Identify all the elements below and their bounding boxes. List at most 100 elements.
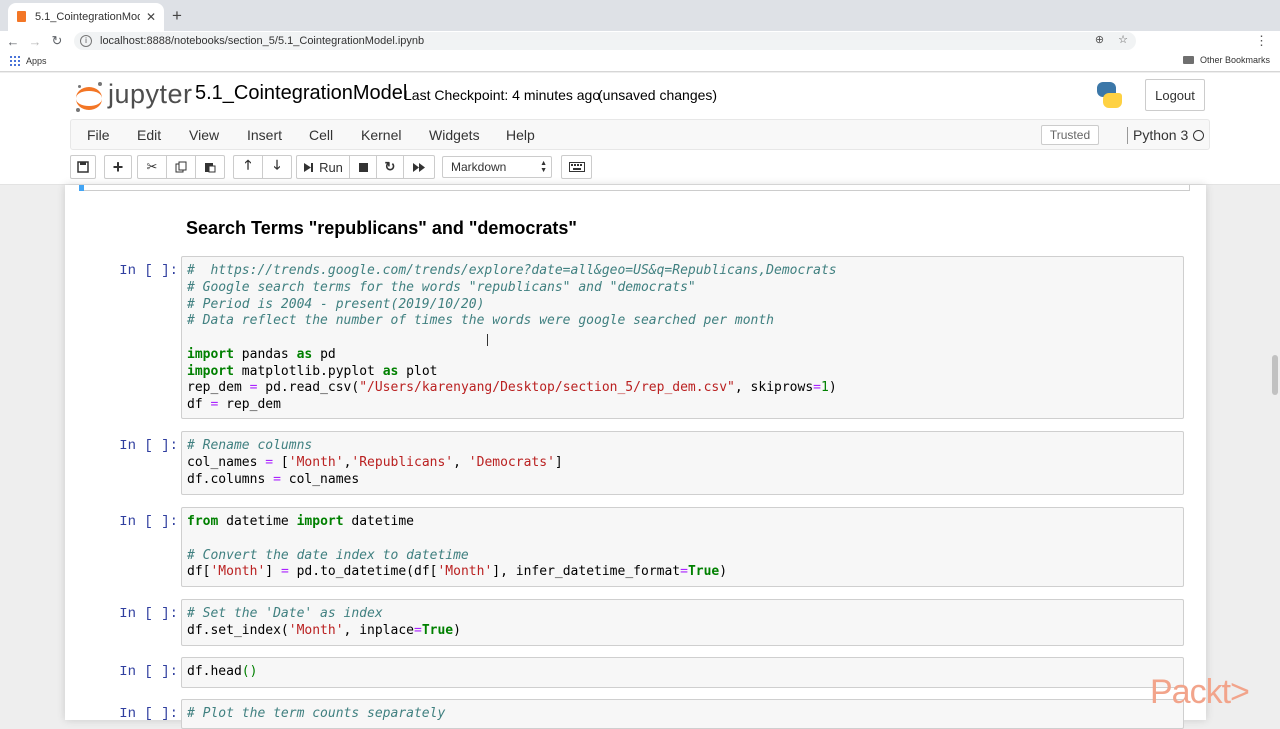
menu-widgets[interactable]: Widgets [429,127,480,143]
browser-tab[interactable]: 5.1_CointegrationModel - Jupy ✕ [8,3,164,31]
code-token: 'Democrats' [468,454,555,470]
code-line: col_names = ['Month','Republicans', 'Dem… [187,455,1178,472]
cell-type-value: Markdown [451,160,507,174]
code-token: # Period is 2004 - present(2019/10/20) [187,296,485,312]
code-cell[interactable]: df.head() [181,657,1184,688]
code-token: ) [719,564,728,580]
jupyter-wordmark[interactable]: jupyter [108,79,193,110]
url-bar[interactable]: i localhost:8888/notebooks/section_5/5.1… [74,32,1136,50]
restart-button[interactable]: ↻ [376,155,404,179]
code-token: col_names [187,454,266,470]
trusted-indicator[interactable]: Trusted [1041,125,1099,145]
move-up-button[interactable]: 🡑 [233,155,263,179]
autosave-status: (unsaved changes) [598,87,718,103]
code-token: # Convert the date index to datetime [187,547,469,563]
fast-forward-icon [413,162,425,172]
code-token: pd [312,346,336,362]
reload-icon[interactable]: ↻ [46,33,68,49]
code-line: df = rep_dem [187,397,1178,414]
menu-help[interactable]: Help [506,127,535,143]
code-token: = [273,471,281,487]
zoom-icon[interactable]: ⊕ [1095,33,1104,46]
code-token: datetime [343,514,415,529]
code-token: "/Users/karenyang/Desktop/section_5/rep_… [359,380,735,396]
code-token: # https://trends.google.com/trends/explo… [187,263,837,278]
code-cell[interactable]: from datetime import datetime # Convert t… [181,507,1184,587]
close-tab-icon[interactable]: ✕ [144,10,158,24]
select-arrows-icon: ▲ ▼ [540,160,547,174]
command-palette-button[interactable] [561,155,592,179]
cell-type-select[interactable]: Markdown ▲ ▼ [442,156,552,178]
folder-icon [1182,56,1194,64]
menu-view[interactable]: View [189,127,219,143]
code-token: 'Month' [210,564,266,580]
interrupt-button[interactable] [349,155,377,179]
menu-cell[interactable]: Cell [309,127,333,143]
code-token: as [382,363,399,379]
copy-button[interactable] [166,155,196,179]
browser-menu-icon[interactable]: ⋮ [1255,33,1268,49]
previous-cell[interactable] [79,185,1190,191]
bookmark-star-icon[interactable]: ☆ [1118,33,1128,46]
code-token: True [687,564,720,580]
scissors-icon: ✂ [146,159,158,174]
other-bookmarks-label: Other Bookmarks [1199,55,1270,65]
code-token: = [280,564,289,580]
code-token: import [296,514,344,529]
code-token: import [187,363,234,379]
new-tab-button[interactable]: + [172,7,182,24]
copy-icon [175,161,187,173]
kernel-idle-indicator-icon [1193,130,1204,141]
cell-prompt: In [ ]: [119,606,178,622]
code-token: ) [453,622,461,638]
markdown-heading[interactable]: Search Terms "republicans" and "democrat… [186,218,577,239]
code-cell[interactable]: # Plot the term counts separately [181,699,1184,729]
code-line: df['Month'] = pd.to_datetime(df['Month']… [187,564,1178,581]
code-token: pd.read_csv( [257,380,360,396]
menu-file[interactable]: File [87,127,110,143]
kernel-name: Python 3 [1133,127,1189,143]
page-scrollbar[interactable] [1272,355,1278,395]
notebook-name[interactable]: 5.1_CointegrationModel [195,82,407,105]
apps-grid-icon[interactable] [10,56,20,66]
selected-cell-marker [79,185,84,191]
restart-icon: ↻ [384,159,396,174]
arrow-up-icon: 🡑 [244,157,252,172]
save-button[interactable] [70,155,96,179]
code-token: True [421,622,454,638]
run-button[interactable]: Run [296,155,350,179]
cut-button[interactable]: ✂ [137,155,167,179]
code-token: ) [828,380,837,396]
logout-button[interactable]: Logout [1145,79,1205,111]
code-token: ] [265,564,281,580]
code-token: plot [398,363,438,379]
code-cell[interactable]: # https://trends.google.com/trends/explo… [181,256,1184,419]
bookmark-apps[interactable]: Apps [26,56,47,66]
notebook-favicon-icon [16,11,28,23]
menu-kernel[interactable]: Kernel [361,127,401,143]
code-cell[interactable]: # Rename columns col_names = ['Month','Re… [181,431,1184,495]
menu-insert[interactable]: Insert [247,127,282,143]
code-token: matplotlib.pyplot [233,363,383,379]
keyboard-icon [568,162,585,172]
code-cell[interactable]: # Set the 'Date' as index df.set_index('M… [181,599,1184,646]
forward-arrow-icon[interactable]: → [24,34,46,49]
restart-run-all-button[interactable] [403,155,435,179]
move-down-button[interactable]: 🡓 [262,155,292,179]
code-token: df.columns [187,471,274,487]
menu-edit[interactable]: Edit [137,127,161,143]
code-token: 'Republicans' [351,454,454,470]
run-label: Run [319,159,343,175]
code-token: df.head [187,664,242,679]
paste-button[interactable] [195,155,225,179]
other-bookmarks[interactable]: Other Bookmarks [1182,55,1270,65]
back-arrow-icon[interactable]: ← [2,34,24,49]
insert-cell-button[interactable]: + [104,155,132,179]
code-token: # Set the 'Date' as index [187,606,383,621]
code-token: # Data reflect the number of times the w… [187,313,774,329]
jupyter-logo-icon[interactable] [74,81,104,113]
code-token: = [813,380,821,396]
bookmarks-bar: Apps Other Bookmarks [0,51,1280,72]
site-info-icon[interactable]: i [80,35,92,47]
